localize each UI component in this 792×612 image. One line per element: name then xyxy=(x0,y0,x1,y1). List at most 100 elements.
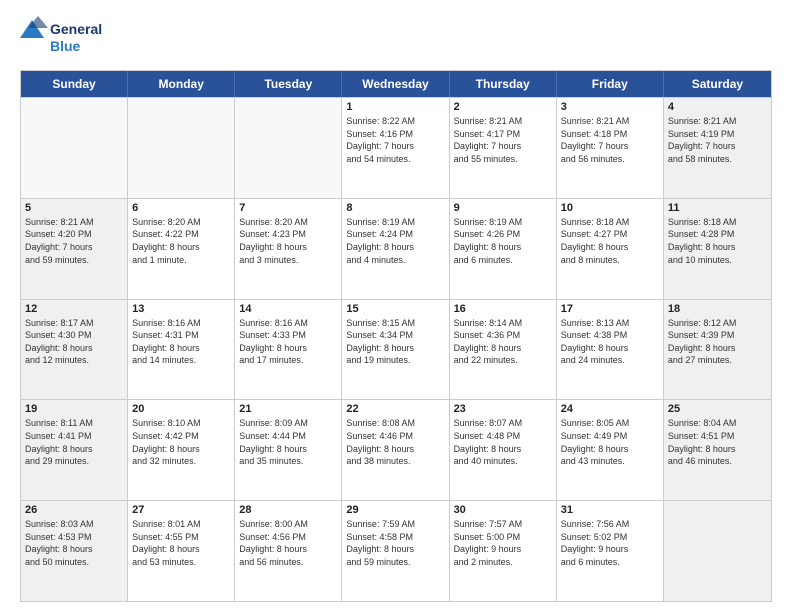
day-number: 23 xyxy=(454,403,552,415)
logo-svg: General Blue xyxy=(20,16,120,60)
day-info: Sunrise: 8:21 AM Sunset: 4:20 PM Dayligh… xyxy=(25,216,123,266)
calendar-cell xyxy=(235,98,342,198)
day-info: Sunrise: 7:57 AM Sunset: 5:00 PM Dayligh… xyxy=(454,518,552,568)
day-info: Sunrise: 8:19 AM Sunset: 4:26 PM Dayligh… xyxy=(454,216,552,266)
day-info: Sunrise: 8:05 AM Sunset: 4:49 PM Dayligh… xyxy=(561,417,659,467)
calendar-cell: 1 Sunrise: 8:22 AM Sunset: 4:16 PM Daylig… xyxy=(342,98,449,198)
day-info: Sunrise: 8:10 AM Sunset: 4:42 PM Dayligh… xyxy=(132,417,230,467)
weekday-header: Monday xyxy=(128,71,235,97)
calendar-body: 1 Sunrise: 8:22 AM Sunset: 4:16 PM Daylig… xyxy=(21,97,771,601)
day-number: 8 xyxy=(346,202,444,214)
day-info: Sunrise: 8:09 AM Sunset: 4:44 PM Dayligh… xyxy=(239,417,337,467)
calendar-cell: 24Sunrise: 8:05 AM Sunset: 4:49 PM Dayli… xyxy=(557,400,664,500)
calendar-cell: 23Sunrise: 8:07 AM Sunset: 4:48 PM Dayli… xyxy=(450,400,557,500)
calendar-cell xyxy=(21,98,128,198)
day-number: 17 xyxy=(561,303,659,315)
calendar-cell: 6Sunrise: 8:20 AM Sunset: 4:22 PM Daylig… xyxy=(128,199,235,299)
day-number: 16 xyxy=(454,303,552,315)
svg-text:Blue: Blue xyxy=(50,38,81,54)
calendar-cell: 2 Sunrise: 8:21 AM Sunset: 4:17 PM Daylig… xyxy=(450,98,557,198)
calendar-cell: 11 Sunrise: 8:18 AM Sunset: 4:28 PM Dayli… xyxy=(664,199,771,299)
day-info: Sunrise: 8:08 AM Sunset: 4:46 PM Dayligh… xyxy=(346,417,444,467)
day-number: 30 xyxy=(454,504,552,516)
day-number: 25 xyxy=(668,403,767,415)
calendar-cell: 12 Sunrise: 8:17 AM Sunset: 4:30 PM Dayli… xyxy=(21,300,128,400)
day-number: 14 xyxy=(239,303,337,315)
calendar-cell: 4Sunrise: 8:21 AM Sunset: 4:19 PM Daylig… xyxy=(664,98,771,198)
day-number: 5 xyxy=(25,202,123,214)
calendar-week: 12 Sunrise: 8:17 AM Sunset: 4:30 PM Dayli… xyxy=(21,299,771,400)
day-info: Sunrise: 8:21 AM Sunset: 4:19 PM Dayligh… xyxy=(668,115,767,165)
day-number: 15 xyxy=(346,303,444,315)
calendar-cell: 7Sunrise: 8:20 AM Sunset: 4:23 PM Daylig… xyxy=(235,199,342,299)
day-info: Sunrise: 8:20 AM Sunset: 4:22 PM Dayligh… xyxy=(132,216,230,266)
day-info: Sunrise: 8:00 AM Sunset: 4:56 PM Dayligh… xyxy=(239,518,337,568)
weekday-header: Tuesday xyxy=(235,71,342,97)
day-number: 29 xyxy=(346,504,444,516)
calendar-cell: 26 Sunrise: 8:03 AM Sunset: 4:53 PM Dayli… xyxy=(21,501,128,601)
day-number: 11 xyxy=(668,202,767,214)
calendar-cell: 3 Sunrise: 8:21 AM Sunset: 4:18 PM Daylig… xyxy=(557,98,664,198)
calendar-cell: 16 Sunrise: 8:14 AM Sunset: 4:36 PM Dayli… xyxy=(450,300,557,400)
day-info: Sunrise: 8:21 AM Sunset: 4:18 PM Dayligh… xyxy=(561,115,659,165)
logo: General Blue xyxy=(20,16,120,60)
calendar-cell: 15 Sunrise: 8:15 AM Sunset: 4:34 PM Dayli… xyxy=(342,300,449,400)
calendar-cell: 17 Sunrise: 8:13 AM Sunset: 4:38 PM Dayli… xyxy=(557,300,664,400)
day-number: 12 xyxy=(25,303,123,315)
calendar-cell xyxy=(664,501,771,601)
calendar-cell: 5 Sunrise: 8:21 AM Sunset: 4:20 PM Daylig… xyxy=(21,199,128,299)
calendar-cell: 25Sunrise: 8:04 AM Sunset: 4:51 PM Dayli… xyxy=(664,400,771,500)
day-info: Sunrise: 7:56 AM Sunset: 5:02 PM Dayligh… xyxy=(561,518,659,568)
day-number: 20 xyxy=(132,403,230,415)
calendar-cell: 28Sunrise: 8:00 AM Sunset: 4:56 PM Dayli… xyxy=(235,501,342,601)
day-info: Sunrise: 8:15 AM Sunset: 4:34 PM Dayligh… xyxy=(346,317,444,367)
calendar-cell: 8Sunrise: 8:19 AM Sunset: 4:24 PM Daylig… xyxy=(342,199,449,299)
calendar: SundayMondayTuesdayWednesdayThursdayFrid… xyxy=(20,70,772,602)
day-number: 3 xyxy=(561,101,659,113)
day-info: Sunrise: 8:17 AM Sunset: 4:30 PM Dayligh… xyxy=(25,317,123,367)
day-number: 13 xyxy=(132,303,230,315)
calendar-cell: 13 Sunrise: 8:16 AM Sunset: 4:31 PM Dayli… xyxy=(128,300,235,400)
calendar-week: 1 Sunrise: 8:22 AM Sunset: 4:16 PM Daylig… xyxy=(21,97,771,198)
day-info: Sunrise: 8:18 AM Sunset: 4:28 PM Dayligh… xyxy=(668,216,767,266)
day-info: Sunrise: 8:16 AM Sunset: 4:33 PM Dayligh… xyxy=(239,317,337,367)
day-number: 19 xyxy=(25,403,123,415)
day-info: Sunrise: 8:21 AM Sunset: 4:17 PM Dayligh… xyxy=(454,115,552,165)
day-number: 21 xyxy=(239,403,337,415)
calendar-week: 26 Sunrise: 8:03 AM Sunset: 4:53 PM Dayli… xyxy=(21,500,771,601)
day-number: 1 xyxy=(346,101,444,113)
weekday-header: Saturday xyxy=(664,71,771,97)
weekday-header: Thursday xyxy=(450,71,557,97)
calendar-cell: 10Sunrise: 8:18 AM Sunset: 4:27 PM Dayli… xyxy=(557,199,664,299)
calendar-header: SundayMondayTuesdayWednesdayThursdayFrid… xyxy=(21,71,771,97)
calendar-cell: 9 Sunrise: 8:19 AM Sunset: 4:26 PM Daylig… xyxy=(450,199,557,299)
calendar-cell: 30 Sunrise: 7:57 AM Sunset: 5:00 PM Dayli… xyxy=(450,501,557,601)
svg-text:General: General xyxy=(50,21,102,37)
calendar-week: 5 Sunrise: 8:21 AM Sunset: 4:20 PM Daylig… xyxy=(21,198,771,299)
weekday-header: Sunday xyxy=(21,71,128,97)
day-info: Sunrise: 8:20 AM Sunset: 4:23 PM Dayligh… xyxy=(239,216,337,266)
day-info: Sunrise: 8:18 AM Sunset: 4:27 PM Dayligh… xyxy=(561,216,659,266)
day-number: 31 xyxy=(561,504,659,516)
page: General Blue SundayMondayTuesdayWednesda… xyxy=(0,0,792,612)
day-number: 27 xyxy=(132,504,230,516)
day-info: Sunrise: 8:12 AM Sunset: 4:39 PM Dayligh… xyxy=(668,317,767,367)
day-number: 26 xyxy=(25,504,123,516)
weekday-header: Wednesday xyxy=(342,71,449,97)
day-info: Sunrise: 8:14 AM Sunset: 4:36 PM Dayligh… xyxy=(454,317,552,367)
day-info: Sunrise: 8:16 AM Sunset: 4:31 PM Dayligh… xyxy=(132,317,230,367)
day-number: 9 xyxy=(454,202,552,214)
calendar-cell: 27Sunrise: 8:01 AM Sunset: 4:55 PM Dayli… xyxy=(128,501,235,601)
weekday-header: Friday xyxy=(557,71,664,97)
day-number: 18 xyxy=(668,303,767,315)
calendar-cell: 31 Sunrise: 7:56 AM Sunset: 5:02 PM Dayli… xyxy=(557,501,664,601)
day-number: 2 xyxy=(454,101,552,113)
calendar-cell: 14 Sunrise: 8:16 AM Sunset: 4:33 PM Dayli… xyxy=(235,300,342,400)
calendar-cell: 29Sunrise: 7:59 AM Sunset: 4:58 PM Dayli… xyxy=(342,501,449,601)
header: General Blue xyxy=(20,16,772,60)
day-info: Sunrise: 8:22 AM Sunset: 4:16 PM Dayligh… xyxy=(346,115,444,165)
day-info: Sunrise: 8:03 AM Sunset: 4:53 PM Dayligh… xyxy=(25,518,123,568)
calendar-cell xyxy=(128,98,235,198)
day-info: Sunrise: 8:13 AM Sunset: 4:38 PM Dayligh… xyxy=(561,317,659,367)
day-number: 22 xyxy=(346,403,444,415)
